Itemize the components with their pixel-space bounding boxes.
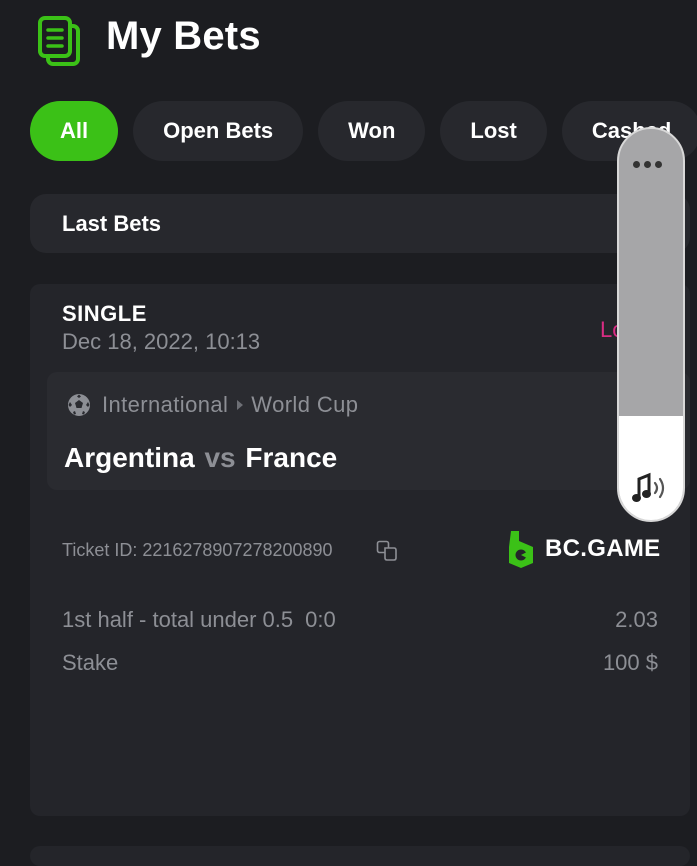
ticket-id: Ticket ID: 2216278907278200890 xyxy=(62,540,333,560)
bet-date: Dec 18, 2022, 10:13 xyxy=(62,329,261,354)
brand-logo: BC.GAME xyxy=(507,529,667,569)
league-tournament: World Cup xyxy=(251,392,359,417)
bet-filter-tabs: All Open Bets Won Lost Cashed xyxy=(30,101,697,161)
more-dots-icon[interactable] xyxy=(633,155,669,168)
away-team: France xyxy=(245,442,338,473)
copy-icon[interactable] xyxy=(376,540,398,562)
period-select[interactable]: Last Bets xyxy=(30,194,690,253)
odds-value: 2.03 xyxy=(615,607,658,632)
header: My Bets xyxy=(0,0,697,90)
tab-lost[interactable]: Lost xyxy=(440,101,547,161)
volume-music-icon[interactable] xyxy=(631,471,673,507)
stake-value: 100 $ xyxy=(602,650,658,675)
next-bet-card[interactable] xyxy=(30,846,690,866)
league-category: International xyxy=(102,392,229,417)
selection-row: 1st half - total under 0.5 0:0 2.03 xyxy=(62,607,658,633)
breadcrumb-arrow-icon xyxy=(237,400,244,410)
page-title: My Bets xyxy=(106,14,261,58)
score-label: 0:0 xyxy=(305,607,336,632)
tab-all[interactable]: All xyxy=(30,101,119,161)
bet-card[interactable]: SINGLE Dec 18, 2022, 10:13 Lost Internat… xyxy=(30,284,690,816)
bc-game-logo-icon xyxy=(509,531,533,568)
stake-label: Stake xyxy=(62,650,119,675)
vs-label: vs xyxy=(204,442,236,473)
match-info: International World Cup Argentina vs Fran… xyxy=(47,372,690,490)
bets-document-icon xyxy=(38,16,80,66)
league-breadcrumb: International World Cup xyxy=(102,392,358,418)
tab-won[interactable]: Won xyxy=(318,101,426,161)
tab-open-bets[interactable]: Open Bets xyxy=(133,101,304,161)
match-teams: Argentina vs France xyxy=(64,442,337,474)
market-label: 1st half - total under 0.5 xyxy=(62,607,294,632)
brand-name: BC.GAME xyxy=(545,535,661,562)
home-team: Argentina xyxy=(64,442,195,473)
period-select-value: Last Bets xyxy=(62,211,162,236)
bet-type: SINGLE xyxy=(62,301,147,326)
volume-slider-overlay[interactable] xyxy=(617,127,685,522)
soccer-ball-icon xyxy=(68,394,90,416)
stake-row: Stake 100 $ xyxy=(62,650,658,676)
